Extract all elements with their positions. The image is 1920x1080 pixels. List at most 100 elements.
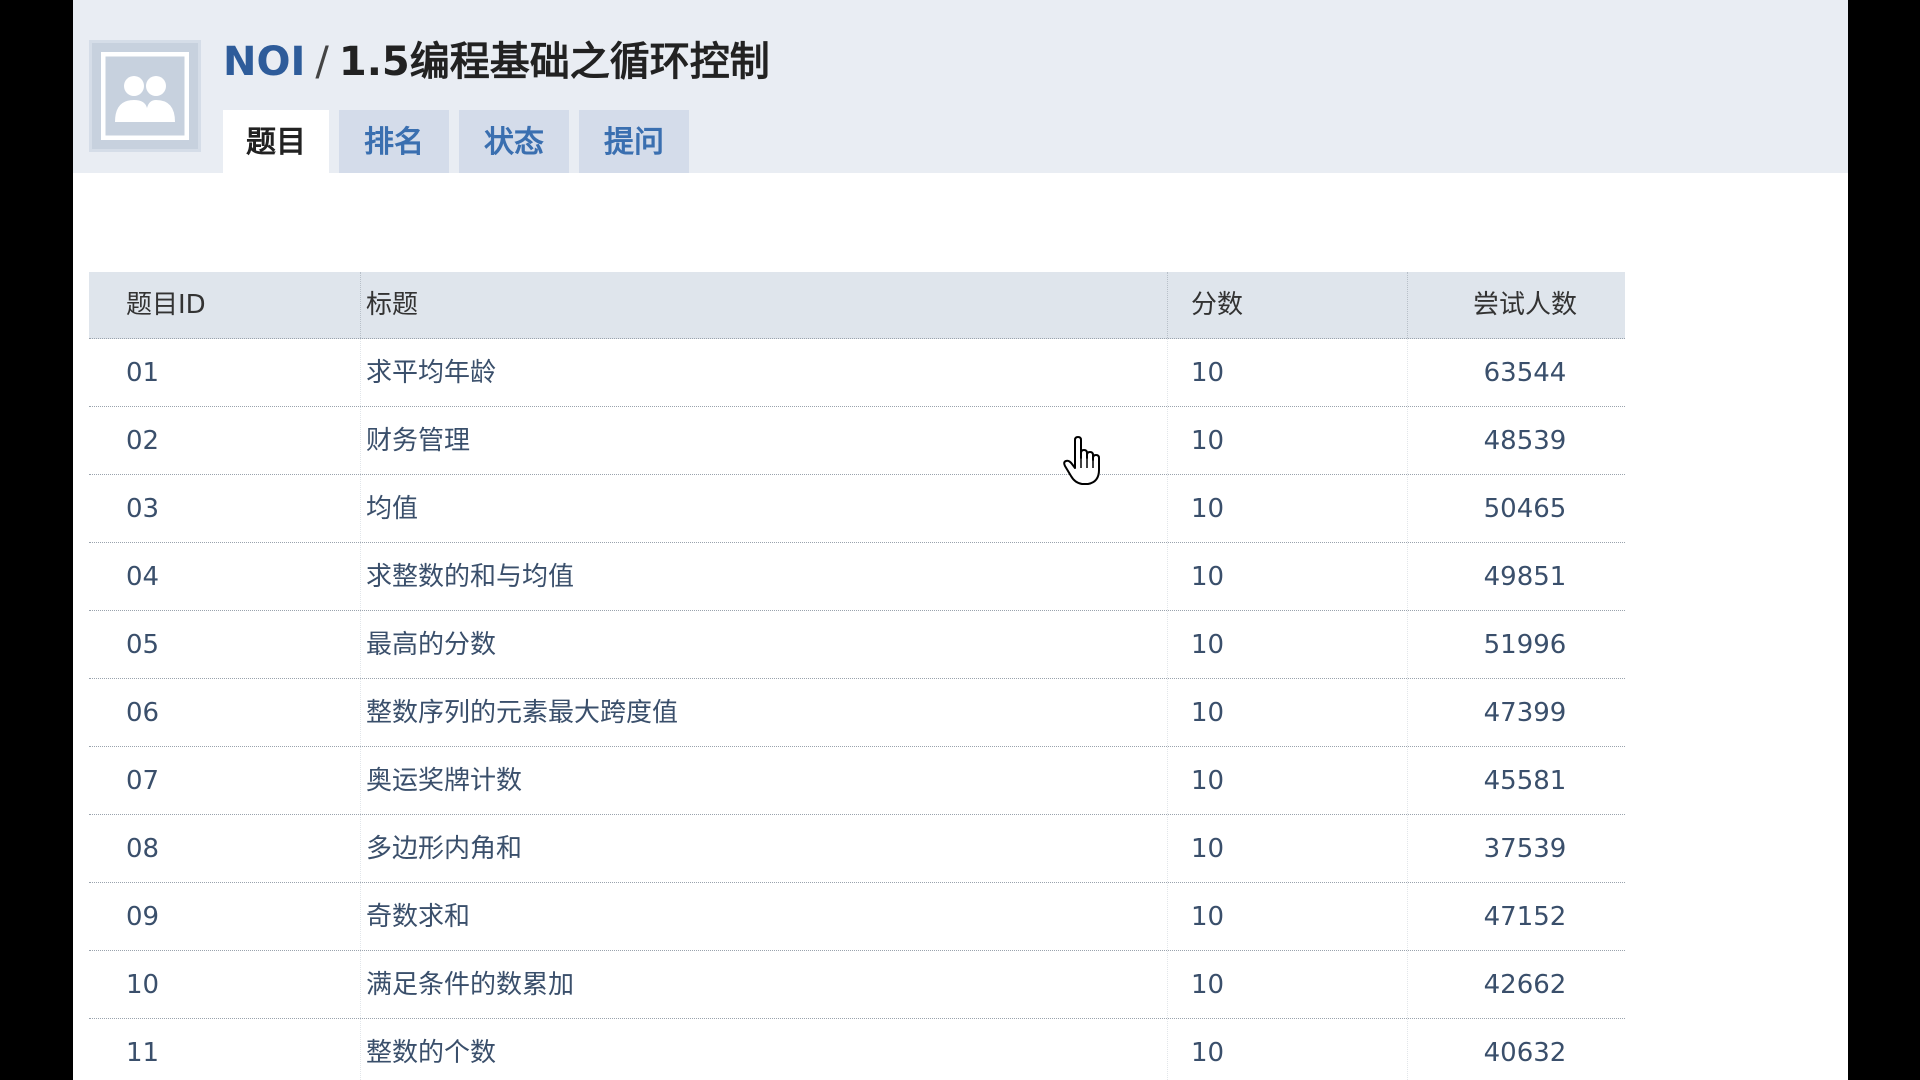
column-divider [1407,407,1408,474]
problem-title-link[interactable]: 均值 [366,475,418,543]
problem-score: 10 [1191,494,1225,524]
column-divider [1167,407,1168,474]
problem-tries: 45581 [1483,766,1567,796]
contest-header: NOI/1.5编程基础之循环控制 题目 排名 状态 提问 [73,0,1848,173]
column-divider [1407,475,1408,542]
column-divider [360,475,361,542]
problem-score: 10 [1191,766,1225,796]
problem-tries: 42662 [1483,970,1567,1000]
problem-id[interactable]: 10 [126,951,159,1019]
column-divider [1167,951,1168,1018]
contest-title: 1.5编程基础之循环控制 [338,39,770,85]
problem-score: 10 [1191,426,1225,456]
table-row[interactable]: 06 整数序列的元素最大跨度值 10 47399 [89,679,1625,747]
problem-score: 10 [1191,358,1225,388]
problem-tries: 49851 [1483,562,1567,592]
column-divider [1167,611,1168,678]
problem-id[interactable]: 04 [126,543,159,611]
column-divider [1167,339,1168,406]
title-separator: / [315,39,329,85]
problem-tries: 37539 [1483,834,1567,864]
problem-id[interactable]: 01 [126,339,159,407]
column-divider [1167,272,1168,338]
column-divider [360,815,361,882]
table-row[interactable]: 03 均值 10 50465 [89,475,1625,543]
column-divider [1167,543,1168,610]
problem-title-link[interactable]: 满足条件的数累加 [366,951,574,1019]
column-divider [1167,679,1168,746]
column-divider [1167,475,1168,542]
column-divider [360,1019,361,1080]
problem-score: 10 [1191,902,1225,932]
problem-title-link[interactable]: 多边形内角和 [366,815,522,883]
problem-title-link[interactable]: 最高的分数 [366,611,496,679]
column-divider [360,272,361,338]
problem-tries: 48539 [1483,426,1567,456]
column-header-tries: 尝试人数 [1472,290,1577,320]
problem-id[interactable]: 03 [126,475,159,543]
table-row[interactable]: 05 最高的分数 10 51996 [89,611,1625,679]
problem-id[interactable]: 11 [126,1019,159,1080]
table-row[interactable]: 07 奥运奖牌计数 10 45581 [89,747,1625,815]
problem-tries: 51996 [1483,630,1567,660]
problem-tries: 47152 [1483,902,1567,932]
problem-id[interactable]: 06 [126,679,159,747]
column-divider [1407,543,1408,610]
column-divider [1167,883,1168,950]
problem-score: 10 [1191,834,1225,864]
column-divider [360,339,361,406]
table-row[interactable]: 11 整数的个数 10 40632 [89,1019,1625,1080]
problem-title-link[interactable]: 奇数求和 [366,883,470,951]
problem-id[interactable]: 05 [126,611,159,679]
problem-id[interactable]: 07 [126,747,159,815]
column-divider [1407,339,1408,406]
table-row[interactable]: 08 多边形内角和 10 37539 [89,815,1625,883]
table-row[interactable]: 09 奇数求和 10 47152 [89,883,1625,951]
column-divider [1407,1019,1408,1080]
tab-ranking[interactable]: 排名 [339,110,449,173]
tab-problems[interactable]: 题目 [223,110,329,173]
column-divider [360,407,361,474]
column-divider [1407,883,1408,950]
table-row[interactable]: 10 满足条件的数累加 10 42662 [89,951,1625,1019]
column-divider [1167,747,1168,814]
table-row[interactable]: 02 财务管理 10 48539 [89,407,1625,475]
problem-score: 10 [1191,1038,1225,1068]
column-divider [360,883,361,950]
problem-table: 题目ID 标题 分数 尝试人数 01 求平均年龄 10 63544 02 财务管… [89,272,1625,1080]
column-header-title: 标题 [366,290,419,320]
problem-title-link[interactable]: 奥运奖牌计数 [366,747,522,815]
problem-title-link[interactable]: 求整数的和与均值 [366,543,574,611]
problem-title-link[interactable]: 整数的个数 [366,1019,496,1080]
column-divider [360,611,361,678]
page: NOI/1.5编程基础之循环控制 题目 排名 状态 提问 题目ID 标题 分数 … [73,0,1848,1080]
problem-score: 10 [1191,562,1225,592]
column-divider [1407,815,1408,882]
problem-score: 10 [1191,698,1225,728]
problem-id[interactable]: 09 [126,883,159,951]
users-icon [101,52,189,140]
column-divider [360,543,361,610]
column-divider [1407,747,1408,814]
problem-tries: 63544 [1483,358,1567,388]
tab-status[interactable]: 状态 [459,110,569,173]
column-divider [1407,679,1408,746]
page-title: NOI/1.5编程基础之循环控制 [223,38,770,86]
column-divider [360,747,361,814]
problem-id[interactable]: 02 [126,407,159,475]
column-divider [360,679,361,746]
problem-id[interactable]: 08 [126,815,159,883]
problem-tries: 40632 [1483,1038,1567,1068]
problem-tries: 50465 [1483,494,1567,524]
problem-tries: 47399 [1483,698,1567,728]
tab-questions[interactable]: 提问 [579,110,689,173]
column-divider [1407,611,1408,678]
column-divider [1407,951,1408,1018]
table-row[interactable]: 04 求整数的和与均值 10 49851 [89,543,1625,611]
group-link[interactable]: NOI [223,39,305,85]
problem-title-link[interactable]: 求平均年龄 [366,339,496,407]
problem-title-link[interactable]: 整数序列的元素最大跨度值 [366,679,678,747]
table-row[interactable]: 01 求平均年龄 10 63544 [89,339,1625,407]
problem-title-link[interactable]: 财务管理 [366,407,470,475]
group-avatar-icon[interactable] [89,40,201,152]
